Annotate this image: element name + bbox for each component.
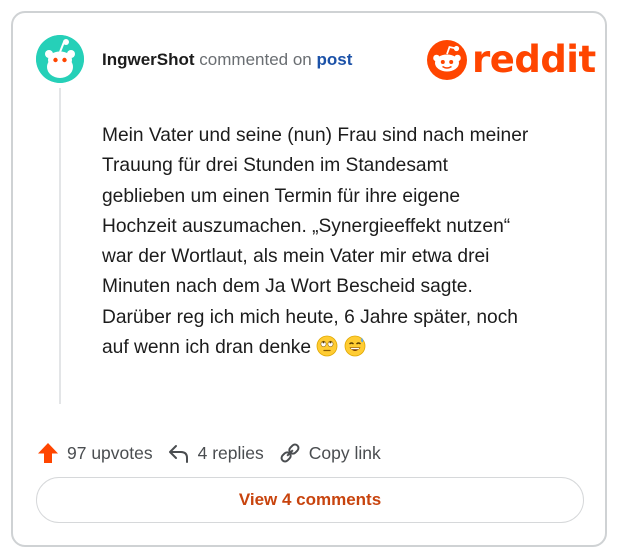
reddit-snoo-icon bbox=[427, 40, 467, 80]
comment-line: Minuten nach dem Ja Wort Bescheid sagte. bbox=[102, 276, 473, 298]
upvote-count: 97 upvotes bbox=[67, 442, 153, 463]
snoo-avatar-icon[interactable] bbox=[36, 35, 84, 83]
commented-on-text: commented on bbox=[199, 50, 312, 69]
comment-body: Mein Vater und seine (nun) Frau sind nac… bbox=[102, 121, 580, 363]
upvote-action[interactable]: 97 upvotes bbox=[36, 441, 153, 465]
reddit-logo: reddit bbox=[427, 40, 596, 80]
link-chain-icon bbox=[280, 443, 300, 463]
copy-link-action[interactable]: Copy link bbox=[278, 441, 381, 465]
copy-link-label: Copy link bbox=[308, 442, 381, 463]
comment-actions: 97 upvotes 4 replies Copy link bbox=[36, 438, 395, 468]
comment-line-text: auf wenn ich dran denke bbox=[102, 337, 312, 359]
replies-action[interactable]: 4 replies bbox=[167, 441, 264, 465]
comment-line: Trauung für drei Stunden im Standesamt bbox=[102, 155, 448, 177]
post-link[interactable]: post bbox=[316, 50, 352, 69]
sweat-smile-emoji-icon bbox=[344, 335, 366, 357]
thread-line bbox=[59, 88, 61, 404]
comment-line: Darüber reg ich mich heute, 6 Jahre spät… bbox=[102, 306, 518, 328]
comment-line: war der Wortlaut, als mein Vater mir etw… bbox=[102, 246, 490, 268]
replies-count: 4 replies bbox=[197, 442, 264, 463]
comment-header: IngwerShot commented on post bbox=[102, 49, 352, 71]
comment-last-line: auf wenn ich dran denke bbox=[102, 333, 580, 363]
reply-arrow-icon bbox=[168, 445, 188, 463]
eye-roll-emoji-icon bbox=[317, 335, 338, 357]
comment-line: Hochzeit auszumachen. „Synergieeffekt nu… bbox=[102, 215, 511, 237]
upvote-arrow-icon[interactable] bbox=[36, 441, 60, 465]
username-link[interactable]: IngwerShot bbox=[102, 50, 195, 69]
view-comments-button[interactable]: View 4 comments bbox=[36, 477, 584, 523]
comment-line: geblieben um einen Termin für ihre eigen… bbox=[102, 185, 461, 207]
reddit-wordmark: reddit bbox=[472, 38, 596, 81]
comment-line: Mein Vater und seine (nun) Frau sind nac… bbox=[102, 125, 529, 146]
